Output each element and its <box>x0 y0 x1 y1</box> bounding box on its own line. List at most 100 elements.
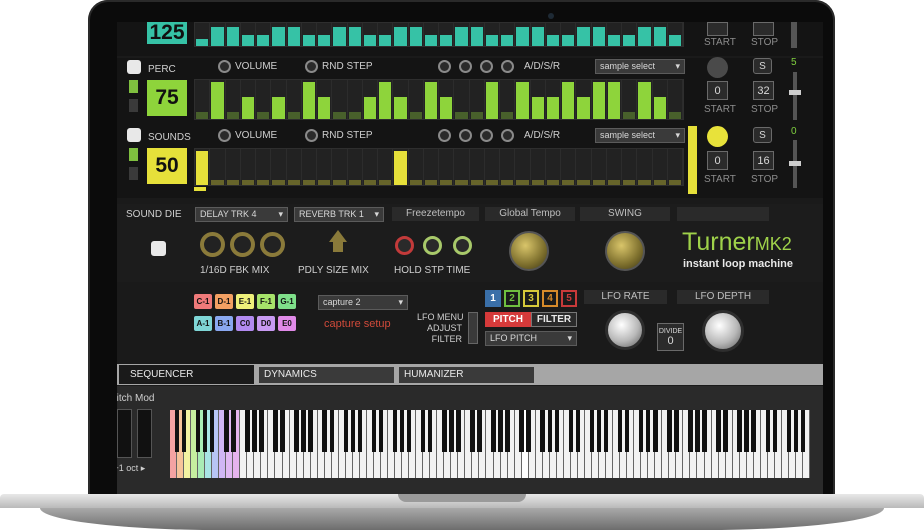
step-column[interactable] <box>607 23 622 46</box>
track-3-step-grid[interactable] <box>194 148 684 186</box>
piano-black-key[interactable] <box>786 410 792 452</box>
global-tempo-knob[interactable] <box>509 231 549 271</box>
step-column[interactable] <box>271 149 287 185</box>
swing-knob[interactable] <box>605 231 645 271</box>
step-column[interactable] <box>546 80 561 119</box>
delay-mix-knob[interactable] <box>260 232 285 257</box>
step-column[interactable] <box>592 149 607 185</box>
track-3-solo-toggle[interactable] <box>129 167 138 180</box>
step-column[interactable] <box>210 80 226 119</box>
piano-black-key[interactable] <box>624 410 630 452</box>
capture-note-chip[interactable]: E-1 <box>236 294 254 309</box>
step-column[interactable] <box>637 149 653 185</box>
step-column[interactable] <box>424 80 439 119</box>
piano-black-key[interactable] <box>224 410 229 452</box>
track-3-mute-toggle[interactable] <box>129 148 138 161</box>
track-2-rnd-knob[interactable] <box>305 60 318 73</box>
step-column[interactable] <box>653 23 668 46</box>
piano-black-key[interactable] <box>245 410 250 452</box>
step-column[interactable] <box>210 23 226 46</box>
track-3-s-button[interactable]: S <box>753 127 772 143</box>
piano-black-key[interactable] <box>343 410 349 452</box>
step-column[interactable] <box>256 80 272 119</box>
track-2-start-box[interactable]: 0 <box>707 81 728 100</box>
piano-black-key[interactable] <box>420 410 426 452</box>
piano-black-key[interactable] <box>716 410 721 452</box>
step-column[interactable] <box>622 80 638 119</box>
piano-black-key[interactable] <box>252 410 257 452</box>
step-column[interactable] <box>348 80 363 119</box>
piano-black-key[interactable] <box>702 410 707 452</box>
delay-feedback-knob[interactable] <box>230 232 255 257</box>
track-2-stop-box[interactable]: 32 <box>753 81 774 100</box>
track-1-number[interactable]: 125 <box>147 22 187 44</box>
piano-black-key[interactable] <box>540 410 545 452</box>
step-column[interactable] <box>592 80 607 119</box>
capture-setup-link[interactable]: capture setup <box>324 318 391 330</box>
step-column[interactable] <box>439 80 455 119</box>
lfo-select[interactable]: LFO PITCH ▾ <box>485 331 577 346</box>
piano-black-key[interactable] <box>589 410 595 452</box>
step-column[interactable] <box>241 80 256 119</box>
piano-black-key[interactable] <box>674 410 679 452</box>
track-3-level-handle[interactable] <box>789 161 801 166</box>
step-column[interactable] <box>454 80 470 119</box>
piano-black-key[interactable] <box>596 410 602 452</box>
step-column[interactable] <box>500 80 516 119</box>
tab-humanizer[interactable]: HUMANIZER <box>399 367 534 383</box>
track-2-mute-toggle[interactable] <box>129 80 138 93</box>
step-column[interactable] <box>378 80 394 119</box>
step-column[interactable] <box>287 23 302 46</box>
step-column[interactable] <box>348 23 363 46</box>
piano-black-key[interactable] <box>645 410 651 452</box>
piano-black-key[interactable] <box>329 410 334 452</box>
step-column[interactable] <box>668 149 683 185</box>
step-column[interactable] <box>454 23 470 46</box>
track-2-number[interactable]: 75 <box>147 80 187 116</box>
piano-black-key[interactable] <box>547 410 553 452</box>
step-column[interactable] <box>241 23 256 46</box>
step-column[interactable] <box>470 149 485 185</box>
step-column[interactable] <box>210 149 226 185</box>
step-column[interactable] <box>668 23 683 46</box>
capture-note-chip[interactable]: A-1 <box>194 316 212 331</box>
track-3-sample-select[interactable]: sample select ▾ <box>595 128 685 143</box>
piano-black-key[interactable] <box>653 410 658 452</box>
piano-black-key[interactable] <box>519 410 524 452</box>
piano-black-key[interactable] <box>505 410 510 452</box>
step-column[interactable] <box>561 23 577 46</box>
piano-black-key[interactable] <box>259 410 264 452</box>
step-column[interactable] <box>485 149 500 185</box>
piano-black-key[interactable] <box>209 410 215 452</box>
step-column[interactable] <box>500 23 516 46</box>
step-column[interactable] <box>409 80 424 119</box>
step-column[interactable] <box>515 149 531 185</box>
lfo-filter-tab[interactable]: FILTER <box>531 312 577 327</box>
piano-black-key[interactable] <box>357 410 363 452</box>
piano-black-key[interactable] <box>688 410 693 452</box>
piano-black-key[interactable] <box>174 410 180 452</box>
piano-black-key[interactable] <box>322 410 327 452</box>
piano-black-key[interactable] <box>477 410 482 452</box>
track-1-step-grid[interactable] <box>194 22 684 47</box>
track-1-start-box[interactable] <box>707 22 728 36</box>
step-column[interactable] <box>439 23 455 46</box>
track-3-stop-box[interactable]: 16 <box>753 151 774 170</box>
step-column[interactable] <box>576 149 592 185</box>
track-2-decay-knob[interactable] <box>459 60 472 73</box>
step-column[interactable] <box>302 80 317 119</box>
step-column[interactable] <box>561 149 577 185</box>
piano-black-key[interactable] <box>449 410 454 452</box>
piano-black-key[interactable] <box>498 410 503 452</box>
step-column[interactable] <box>393 149 409 185</box>
track-2-sustain-knob[interactable] <box>480 60 493 73</box>
track-2-volume-knob[interactable] <box>218 60 231 73</box>
step-column[interactable] <box>546 149 561 185</box>
piano-keyboard[interactable] <box>170 410 810 478</box>
track-3-decay-knob[interactable] <box>459 129 472 142</box>
pitch-wheel[interactable] <box>117 409 132 458</box>
track-1-stop-box[interactable] <box>753 22 774 36</box>
step-column[interactable] <box>622 23 638 46</box>
freeze-hold-button[interactable] <box>395 236 414 255</box>
capture-note-chip[interactable]: E0 <box>278 316 296 331</box>
